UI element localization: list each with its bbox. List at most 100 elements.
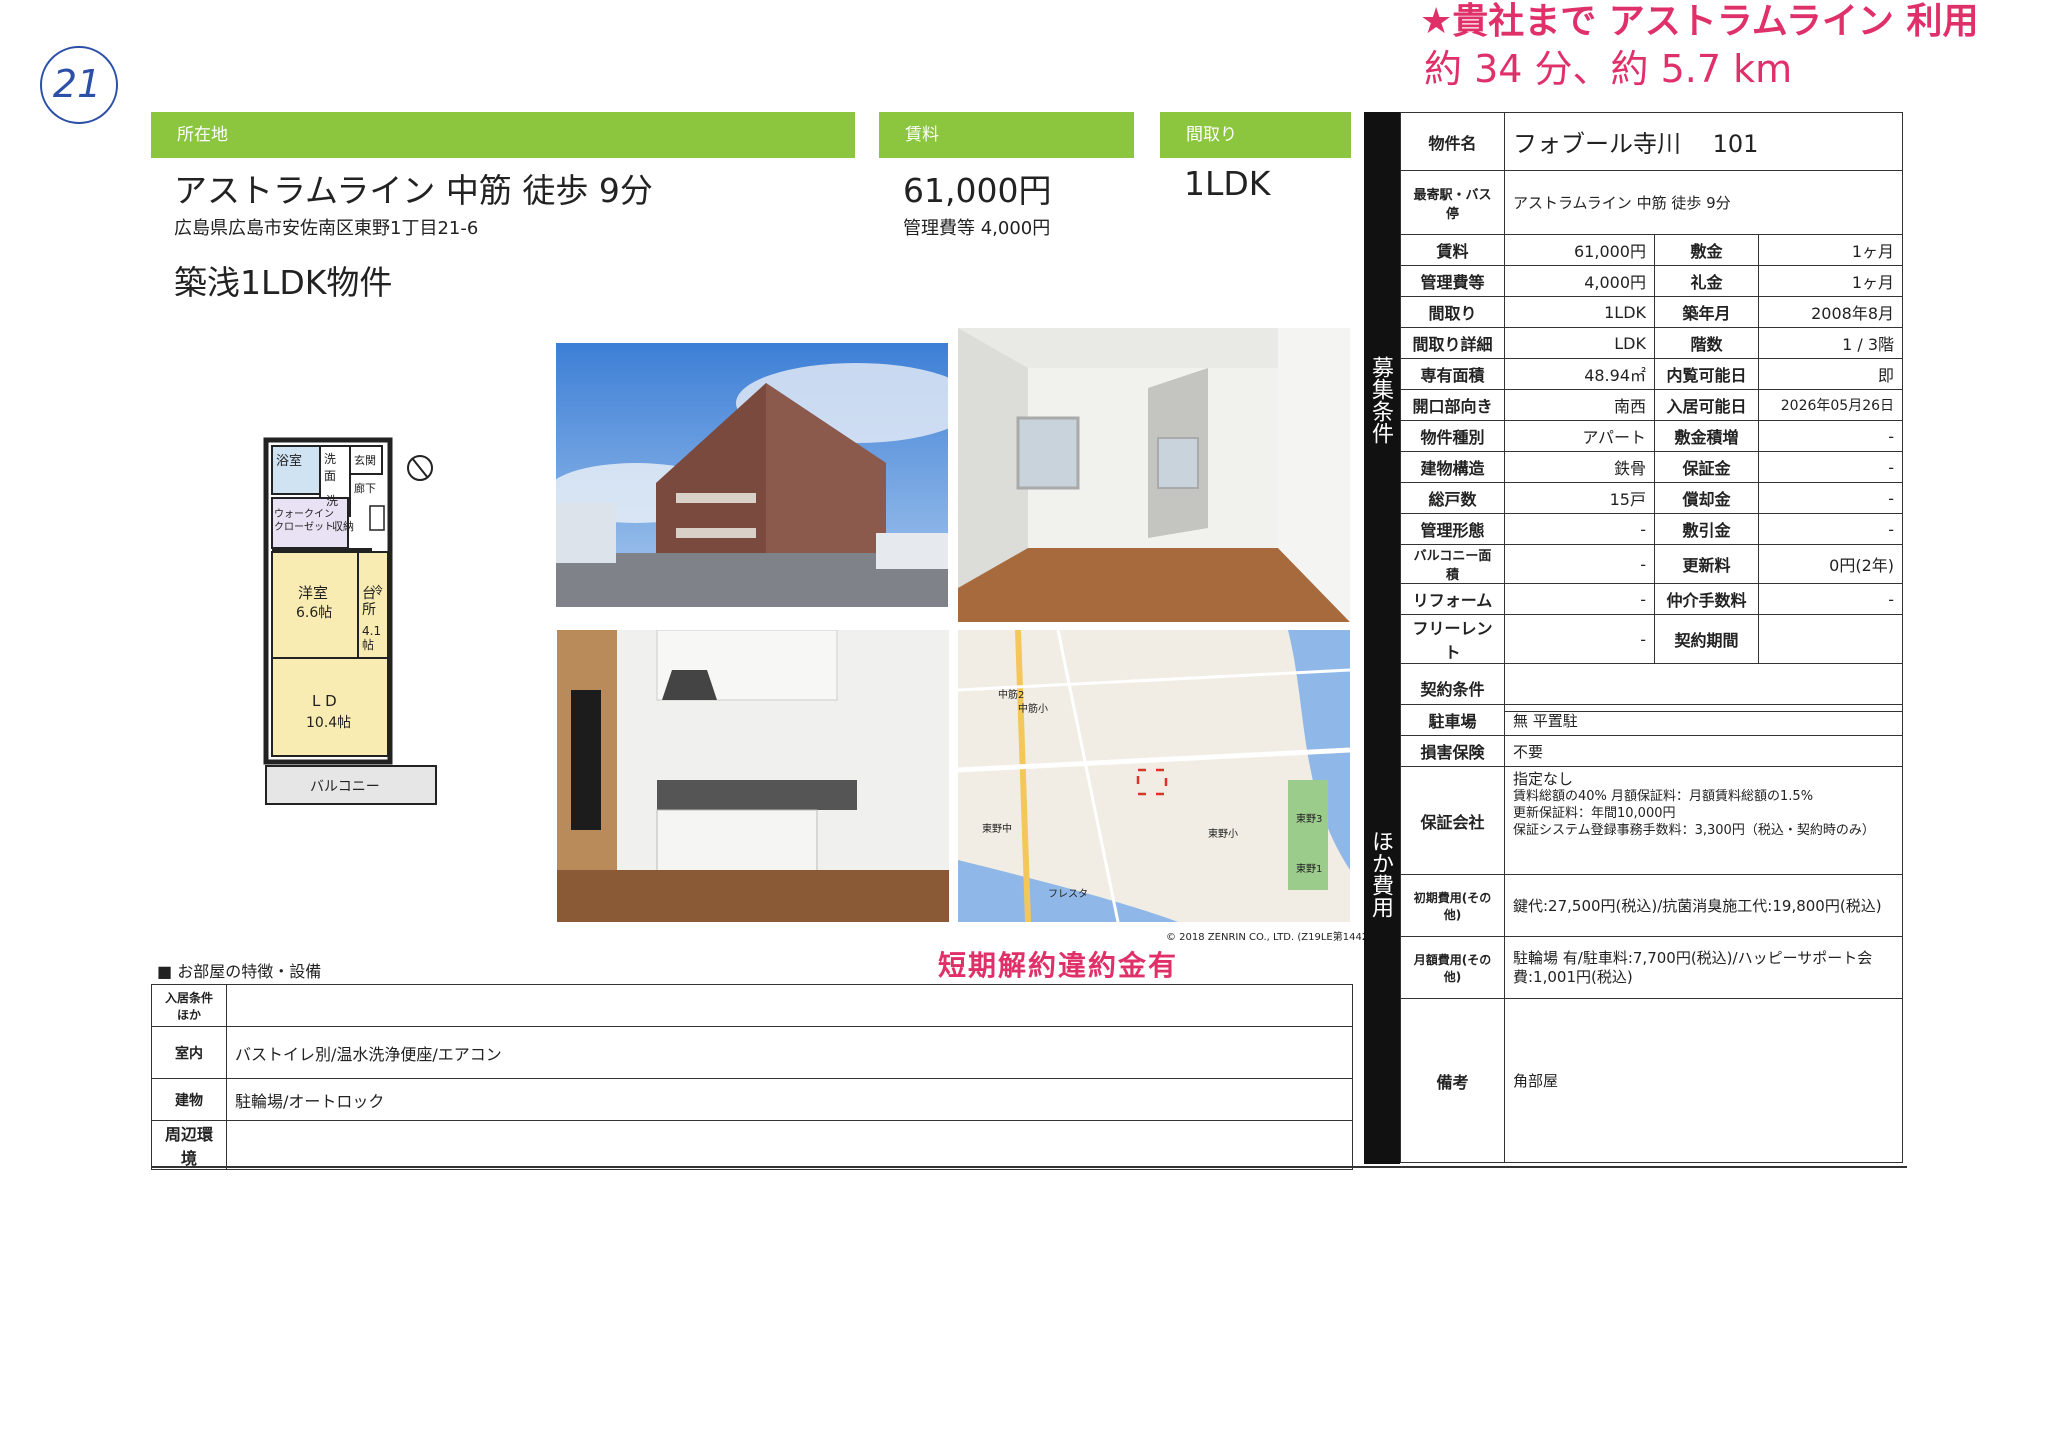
location-header: 所在地	[151, 112, 855, 158]
fp-kitchen: 台所	[362, 586, 376, 618]
spec-label: 賃料	[1400, 234, 1505, 266]
penalty-stamp: 短期解約違約金有	[938, 949, 1179, 982]
spec-value: -	[1504, 614, 1655, 664]
spec-label: 物件種別	[1400, 420, 1505, 452]
table-row: 開口部向き 南西 入居可能日 2026年05月26日	[1400, 389, 1904, 421]
spec-value: 2026年05月26日	[1757, 389, 1904, 421]
spec-value: 南西	[1504, 389, 1655, 421]
spec-value: -	[1757, 420, 1904, 452]
table-row: 室内 バストイレ別/温水洗浄便座/エアコン	[151, 1026, 1353, 1079]
spec-label: 仲介手数料	[1654, 583, 1759, 615]
spec-value: アパート	[1504, 420, 1655, 452]
map-label-1: 東野小	[1208, 829, 1238, 840]
spec-value: 61,000円	[1504, 234, 1655, 266]
table-row: 総戸数 15戸 償却金 -	[1400, 482, 1904, 514]
feature-value: 駐輪場/オートロック	[226, 1078, 1353, 1121]
spec-value: 1ヶ月	[1757, 265, 1904, 297]
area-map: 東野小 中筋小 中筋2 東野中 フレスタ 東野3 東野1	[958, 630, 1350, 922]
map-label-5: フレスタ	[1048, 889, 1088, 900]
fp-balcony: バルコニー	[310, 779, 380, 795]
spec-label: 階数	[1654, 327, 1759, 359]
spec-value: 即	[1757, 358, 1904, 390]
map-copyright: © 2018 ZENRIN CO., LTD. (Z19LE第1442号)	[1166, 932, 1383, 943]
table-row: 間取り詳細 LDK 階数 1 / 3階	[1400, 327, 1904, 359]
table-row: 物件種別 アパート 敷金積増 -	[1400, 420, 1904, 452]
kitchen-photo	[557, 630, 949, 922]
spec-label: 入居可能日	[1654, 389, 1759, 421]
spec-value: -	[1504, 544, 1655, 584]
management-fee: 管理費等 4,000円	[903, 218, 1051, 239]
spec-label: 償却金	[1654, 482, 1759, 514]
table-row: リフォーム - 仲介手数料 -	[1400, 583, 1904, 615]
spec-value: 1LDK	[1504, 296, 1655, 328]
table-row: バルコニー面積 - 更新料 0円(2年)	[1400, 544, 1904, 584]
table-row: 専有面積 48.94㎡ 内覧可能日即	[1400, 358, 1904, 390]
parking-label: 駐車場	[1400, 704, 1505, 736]
access-text: アストラムライン 中筋 徒歩 9分	[174, 171, 653, 210]
monthly-cost-label: 月額費用(その他)	[1400, 936, 1505, 999]
insurance-label: 損害保険	[1400, 735, 1505, 767]
spec-value: -	[1757, 482, 1904, 514]
fp-washroom: 洗面	[324, 452, 337, 483]
spec-value: -	[1757, 451, 1904, 483]
spec-value: -	[1757, 583, 1904, 615]
spec-label: リフォーム	[1400, 583, 1505, 615]
guarantor-line: 賃料総額の40% 月額保証料：月額賃料総額の1.5%	[1513, 789, 1814, 804]
catch-copy: 築浅1LDK物件	[174, 263, 393, 302]
spec-value: -	[1757, 513, 1904, 545]
spec-label: 管理形態	[1400, 513, 1505, 545]
feature-value	[226, 984, 1353, 1027]
table-row: 管理形態 - 敷引金 -	[1400, 513, 1904, 545]
property-name-label: 物件名	[1400, 112, 1505, 171]
feature-label: 室内	[151, 1026, 227, 1079]
spec-value: 鉄骨	[1504, 451, 1655, 483]
table-row: 建物 駐輪場/オートロック	[151, 1078, 1353, 1121]
table-row: 建物構造 鉄骨 保証金 -	[1400, 451, 1904, 483]
insurance-value: 不要	[1504, 735, 1903, 767]
initial-cost-label: 初期費用(その他)	[1400, 874, 1505, 937]
map-label-3: 中筋2	[998, 690, 1025, 701]
spec-value: -	[1504, 583, 1655, 615]
spec-value	[1757, 614, 1904, 664]
fp-western-room: 洋室	[298, 584, 329, 602]
monthly-cost-value: 駐輪場 有/駐車料:7,700円(税込)/ハッピーサポート会費:1,001円(税…	[1504, 936, 1903, 999]
fp-kitchen-size: 4.1帖	[362, 624, 382, 652]
layout-header: 間取り	[1160, 112, 1351, 158]
address-text: 広島県広島市安佐南区東野1丁目21-6	[174, 218, 479, 239]
feature-value: バストイレ別/温水洗浄便座/エアコン	[226, 1026, 1353, 1079]
floor-plan: 浴室 洗面 洗 玄関 廊下 ウォークイン クローゼット 収納 冷 洋室 6.6帖…	[262, 436, 440, 808]
rent-value: 61,000円	[903, 171, 1052, 210]
map-label-6: 東野3	[1296, 814, 1323, 825]
feature-label: 周辺環境	[151, 1120, 227, 1170]
spec-value: 15戸	[1504, 482, 1655, 514]
feature-label: 建物	[151, 1078, 227, 1121]
spec-value: LDK	[1504, 327, 1655, 359]
parking-value: 無 平置駐	[1504, 704, 1903, 736]
spec-label: バルコニー面積	[1400, 544, 1505, 584]
spec-label: 開口部向き	[1400, 389, 1505, 421]
spec-label: 敷金積増	[1654, 420, 1759, 452]
remarks-label: 備考	[1400, 998, 1505, 1163]
features-table: 入居条件ほか 室内 バストイレ別/温水洗浄便座/エアコン 建物 駐輪場/オートロック…	[151, 984, 1353, 1170]
fp-ld-size: 10.4帖	[306, 715, 352, 731]
spec-label: 更新料	[1654, 544, 1759, 584]
layout-value: 1LDK	[1184, 164, 1271, 203]
spec-value: 2008年8月	[1757, 296, 1904, 328]
spec-label: フリーレント	[1400, 614, 1505, 664]
spec-label: 契約期間	[1654, 614, 1759, 664]
table-row: 管理費等 4,000円 礼金 1ヶ月	[1400, 265, 1904, 297]
fp-storage: 収納	[332, 520, 354, 533]
station-label: 最寄駅・バス停	[1400, 170, 1505, 235]
feature-label: 入居条件ほか	[151, 984, 227, 1027]
map-label-7: 東野1	[1296, 864, 1323, 875]
spec-label: 間取り詳細	[1400, 327, 1505, 359]
guarantor-line: 保証システム登録事務手数料：3,300円（税込・契約時のみ）	[1513, 823, 1875, 838]
property-name: フォブール寺川 101	[1503, 112, 1904, 171]
feature-value	[226, 1120, 1353, 1170]
spec-label: 保証金	[1654, 451, 1759, 483]
spec-value: 0円(2年)	[1757, 544, 1904, 584]
spec-label: 管理費等	[1400, 265, 1505, 297]
cost-table: 駐車場無 平置駐 損害保険 不要 保証会社 指定なし 賃料総額の40% 月額保証料…	[1400, 704, 1903, 1163]
spec-value: 1ヶ月	[1757, 234, 1904, 266]
map-label-2: 中筋小	[1018, 704, 1048, 715]
